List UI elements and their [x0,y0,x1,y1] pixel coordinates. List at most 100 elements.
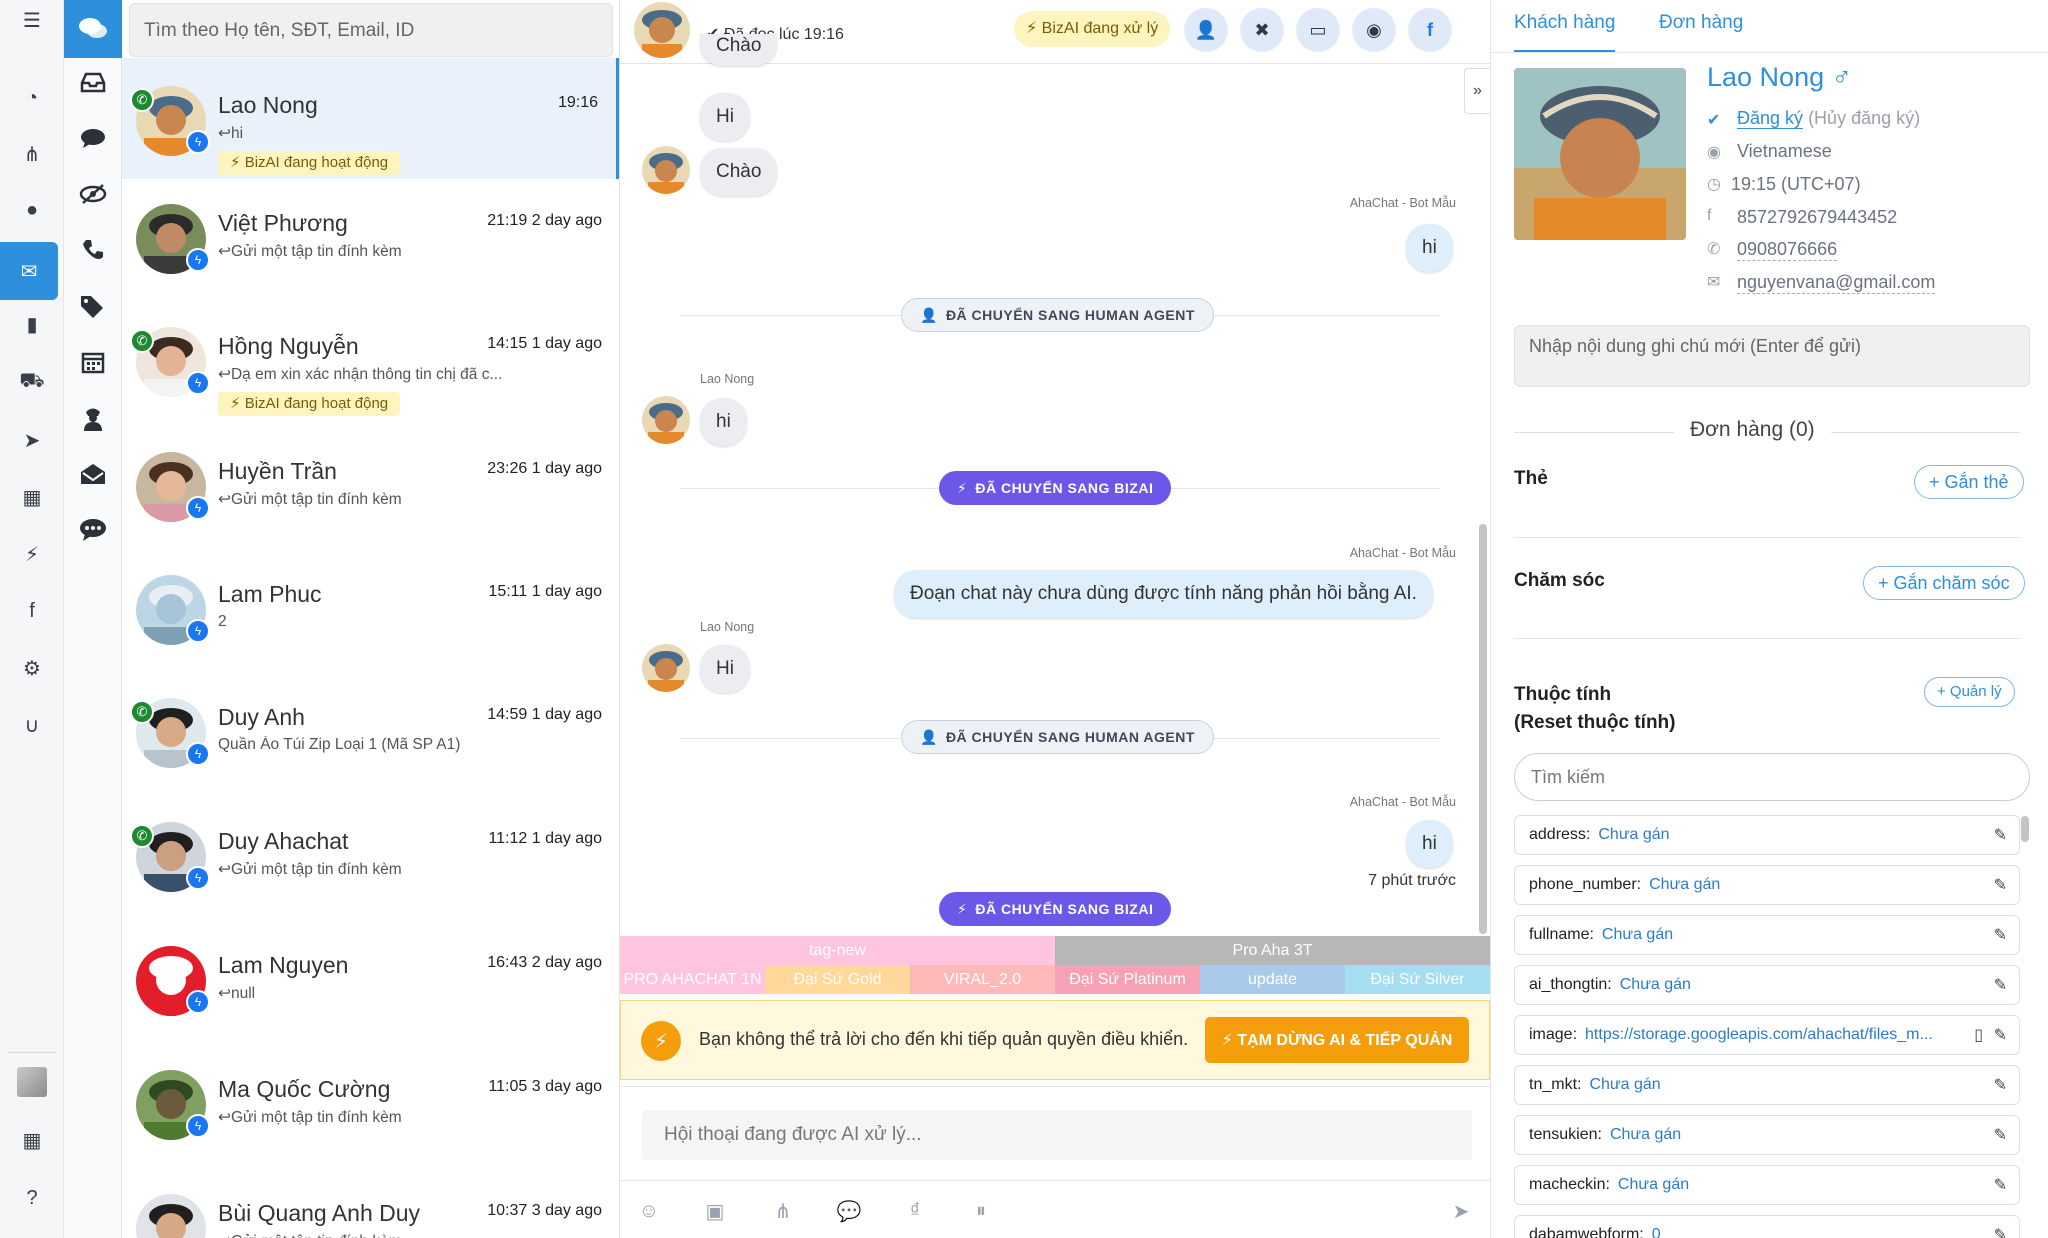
manage-attributes-button[interactable]: + Quản lý [1924,677,2015,707]
attribute-value[interactable]: Chưa gán [1620,976,1691,994]
help-icon[interactable]: ? [0,1178,64,1218]
subscribed-link[interactable]: Đăng ký [1737,108,1804,129]
edit-icon[interactable]: ✎ [1994,1175,2007,1195]
currency-icon[interactable]: ₫ [900,1196,930,1226]
tab-orders[interactable]: Đơn hàng [1659,0,1743,52]
tag-chip[interactable]: tag-new [620,936,1055,965]
pause-icon[interactable]: ⏸ [966,1196,996,1226]
add-care-button[interactable]: + Gắn chăm sóc [1863,566,2025,600]
attribute-row[interactable]: tensukien: Chưa gán ✎ [1514,1115,2020,1155]
bolt-icon[interactable]: ⚡ [0,534,64,574]
tag-chip[interactable]: VIRAL_2.0 [910,965,1055,994]
search-input[interactable]: Tìm theo Họ tên, SĐT, Email, ID [129,3,613,57]
flow-icon[interactable]: ⋔ [768,1196,798,1226]
conversation-item[interactable]: ϟ Huyền Trần 23:26 1 day ago ↩Gửi một tập t… [122,430,619,551]
menu-icon[interactable]: ☰ [0,0,64,40]
attribute-row[interactable]: address: Chưa gán ✎ [1514,815,2020,855]
envelope-open-icon[interactable] [64,446,122,502]
conversation-item[interactable]: ϟ Lam Phuc 15:11 1 day ago 2 [122,553,619,674]
conversation-item[interactable]: ✆ ϟ Duy Anh 14:59 1 day ago Quần Áo Túi Zip … [122,676,619,797]
chat-scrollbar[interactable] [1479,524,1487,934]
attribute-row[interactable]: image: https://storage.googleapis.com/aha… [1514,1015,2020,1055]
conversation-item[interactable]: ϟ Việt Phương 21:19 2 day ago ↩Gửi một tập … [122,182,619,303]
attribute-value[interactable]: Chưa gán [1602,926,1673,944]
edit-icon[interactable]: ✎ [1994,975,2007,995]
collapse-panel-button[interactable]: » [1464,68,1490,114]
conversation-item[interactable]: ✆ ϟ Duy Ahachat 11:12 1 day ago ↩Gửi một tập… [122,800,619,921]
conversations-icon[interactable] [64,0,122,58]
unsubscribe-link[interactable]: (Hủy đăng ký) [1808,108,1920,128]
user-secret-icon[interactable] [64,390,122,446]
calendar-icon[interactable]: ▦ [0,477,64,517]
attribute-search-input[interactable]: Tìm kiếm [1514,753,2030,801]
tab-customer[interactable]: Khách hàng [1514,0,1616,52]
grid-icon[interactable]: ▦ [0,1120,64,1160]
edit-icon[interactable]: ✎ [1994,1075,2007,1095]
image-icon[interactable]: ▣ [700,1196,730,1226]
reset-attributes-link[interactable]: (Reset thuộc tính) [1514,712,1676,734]
pause-ai-takeover-button[interactable]: ⚡ TẠM DỪNG AI & TIẾP QUẢN [1205,1017,1469,1063]
user-secret-button[interactable]: 👤 [1184,8,1228,52]
edit-icon[interactable]: ✎ [1994,1125,2007,1145]
settings-icon[interactable]: ⚙ [0,648,64,688]
attributes-scrollbar[interactable] [2021,816,2029,842]
composer-input[interactable]: Hội thoại đang được AI xử lý... [642,1110,1472,1160]
dashboard-icon[interactable]: ◔ [0,78,64,118]
conversation-item[interactable]: ✆ ϟ Lao Nong 19:16 ↩hi ⚡ BizAI đang hoạt động [122,58,619,179]
quick-reply-icon[interactable]: 💬 [834,1196,864,1226]
attribute-value[interactable]: Chưa gán [1610,1126,1681,1144]
facebook-square-icon[interactable]: f [0,591,64,631]
edit-icon[interactable]: ✎ [1994,825,2007,845]
tag-chip[interactable]: Pro Aha 3T [1055,936,1490,965]
edit-icon[interactable]: ✎ [1994,1025,2007,1045]
send-icon[interactable]: ➤ [0,420,64,460]
hide-button[interactable]: ◉ [1352,8,1396,52]
cart-icon[interactable]: ⛟ [0,362,64,402]
conversation-item[interactable]: ϟ Ma Quốc Cường 11:05 3 day ago ↩Gửi một tậ… [122,1048,619,1169]
customer-email[interactable]: nguyenvana@gmail.com [1737,272,1936,294]
contact-avatar[interactable] [634,2,690,58]
chat-nav-icon[interactable]: ✉ [0,242,58,300]
send-icon[interactable]: ➤ [1446,1196,1476,1226]
conversation-item[interactable]: ϟ Lam Nguyen 16:43 2 day ago ↩null [122,924,619,1045]
inbox-icon[interactable] [64,54,122,110]
tag-chip[interactable]: update [1200,965,1345,994]
inbox-button[interactable]: ▭ [1296,8,1340,52]
book-icon[interactable]: ▮ [0,304,64,344]
block-user-button[interactable]: ✖ [1240,8,1284,52]
attribute-row[interactable]: phone_number: Chưa gán ✎ [1514,865,2020,905]
conversation-item[interactable]: ϟBùi Quang Anh Duy10:37 3 day ago↩Gửi mộ… [122,1172,619,1238]
add-tag-button[interactable]: + Gắn thẻ [1914,465,2024,499]
comment-icon[interactable] [64,110,122,166]
note-input[interactable]: Nhập nội dung ghi chú mới (Enter để gửi) [1514,325,2030,387]
customer-phone[interactable]: 0908076666 [1737,239,1838,261]
calendar-alt-icon[interactable] [64,334,122,390]
emoji-icon[interactable]: ☺ [634,1196,664,1226]
edit-icon[interactable]: ✎ [1994,1225,2007,1238]
edit-icon[interactable]: ✎ [1994,875,2007,895]
attribute-value[interactable]: Chưa gán [1618,1176,1689,1194]
attribute-row[interactable]: tn_mkt: Chưa gán ✎ [1514,1065,2020,1105]
tag-chip[interactable]: PRO AHACHAT 1N [620,965,765,994]
sitemap-icon[interactable]: ⋔ [0,134,64,174]
attribute-row[interactable]: ai_thongtin: Chưa gán ✎ [1514,965,2020,1005]
tags-icon[interactable] [64,278,122,334]
attribute-value[interactable]: 0 [1652,1226,1661,1238]
attribute-value[interactable]: https://storage.googleapis.com/ahachat/f… [1585,1026,1933,1044]
tag-chip[interactable]: Đại Sứ Platinum [1055,965,1200,994]
avatar-icon[interactable] [0,1062,64,1102]
eye-slash-icon[interactable] [64,166,122,222]
customer-photo[interactable] [1514,68,1686,240]
file-icon[interactable]: ▯ [1974,1025,1983,1045]
edit-icon[interactable]: ✎ [1994,925,2007,945]
attribute-value[interactable]: Chưa gán [1649,876,1720,894]
attribute-value[interactable]: Chưa gán [1589,1076,1660,1094]
tag-chip[interactable]: Đại Sứ Gold [765,965,910,994]
attribute-row[interactable]: macheckin: Chưa gán ✎ [1514,1165,2020,1205]
facebook-button[interactable]: f [1408,8,1452,52]
attribute-value[interactable]: Chưa gán [1598,826,1669,844]
comments-dots-icon[interactable] [64,502,122,558]
phone-icon[interactable] [64,222,122,278]
conversation-item[interactable]: ✆ ϟ Hồng Nguyễn 14:15 1 day ago ↩Dạ em xin x… [122,305,619,426]
tag-chip[interactable]: Đại Sứ Silver [1345,965,1490,994]
